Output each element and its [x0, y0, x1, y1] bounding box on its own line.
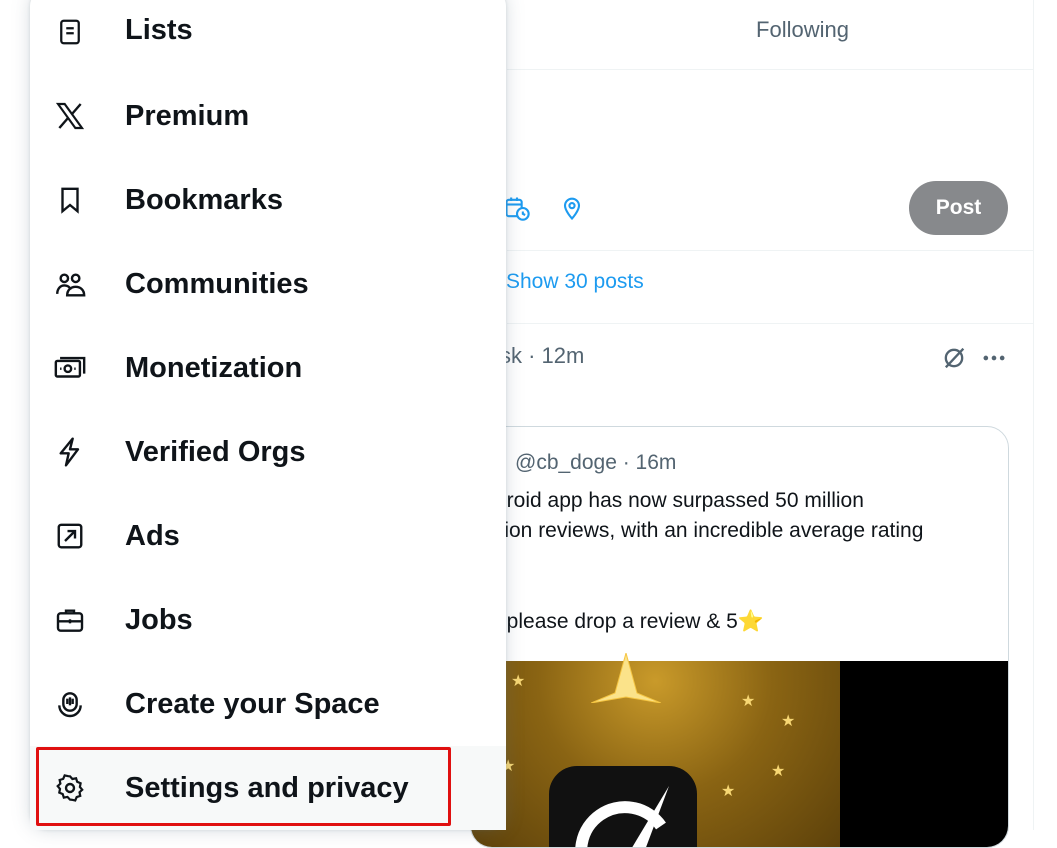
list-icon — [52, 14, 88, 50]
post-button[interactable]: Post — [909, 181, 1008, 235]
quote-text: , please drop a review & 5⭐ — [495, 610, 764, 633]
menu-item-label: Lists — [125, 14, 193, 46]
menu-item-bookmarks[interactable]: Bookmarks — [30, 158, 506, 242]
star-icon: ★ — [781, 713, 796, 730]
star-icon: ★ — [771, 763, 786, 780]
menu-item-label: Monetization — [125, 351, 303, 384]
star-icon: ★ — [721, 783, 736, 800]
space-icon — [52, 686, 88, 722]
menu-item-label: Bookmarks — [125, 183, 283, 216]
quote-text: llion reviews, with an incredible averag… — [495, 519, 924, 542]
menu-item-jobs[interactable]: Jobs — [30, 578, 506, 662]
ads-icon — [52, 518, 88, 554]
star-icon: ★ — [741, 693, 756, 710]
quote-meta: @cb_doge · 16m — [515, 451, 677, 474]
star-icon: ★ — [511, 673, 526, 690]
schedule-icon[interactable] — [503, 194, 531, 222]
communities-icon — [52, 266, 88, 302]
quoted-post[interactable]: @cb_doge · 16m droid app has now surpass… — [470, 426, 1009, 848]
briefcase-icon — [52, 602, 88, 638]
menu-item-create-space[interactable]: Create your Space — [30, 662, 506, 746]
menu-item-label: Create your Space — [125, 687, 380, 720]
divider — [507, 250, 1033, 251]
highlight-box — [36, 747, 451, 826]
menu-item-label: Premium — [125, 99, 250, 132]
app-logo — [549, 766, 697, 847]
quote-text: droid app has now surpassed 50 million — [495, 489, 864, 512]
x-logo-icon — [52, 98, 88, 134]
lightning-icon — [52, 434, 88, 470]
show-posts-link[interactable]: Show 30 posts — [506, 270, 644, 294]
menu-item-label: Verified Orgs — [125, 435, 306, 468]
tweet-meta: sk · 12m — [500, 343, 585, 368]
location-icon[interactable] — [558, 194, 586, 222]
menu-item-verified-orgs[interactable]: Verified Orgs — [30, 410, 506, 494]
divider — [507, 69, 1033, 70]
monetization-icon — [52, 350, 88, 386]
menu-item-label: Ads — [125, 519, 180, 552]
menu-item-label: Communities — [125, 267, 309, 300]
menu-item-premium[interactable]: Premium — [30, 74, 506, 158]
menu-item-lists[interactable]: Lists — [30, 0, 506, 74]
menu-item-ads[interactable]: Ads — [30, 494, 506, 578]
menu-item-label: Jobs — [125, 603, 193, 636]
more-menu: Lists Premium Bookmarks Communities Mone… — [30, 0, 506, 830]
grok-icon[interactable] — [940, 344, 968, 372]
post-image[interactable] — [840, 661, 1008, 847]
more-icon[interactable] — [980, 344, 1008, 372]
divider — [507, 323, 1033, 324]
tab-following[interactable]: Following — [700, 10, 905, 50]
bookmark-icon — [52, 182, 88, 218]
menu-item-communities[interactable]: Communities — [30, 242, 506, 326]
menu-item-monetization[interactable]: Monetization — [30, 326, 506, 410]
post-image[interactable]: ★ ★ ★ ★ ★ ★ ★ — [471, 653, 840, 847]
